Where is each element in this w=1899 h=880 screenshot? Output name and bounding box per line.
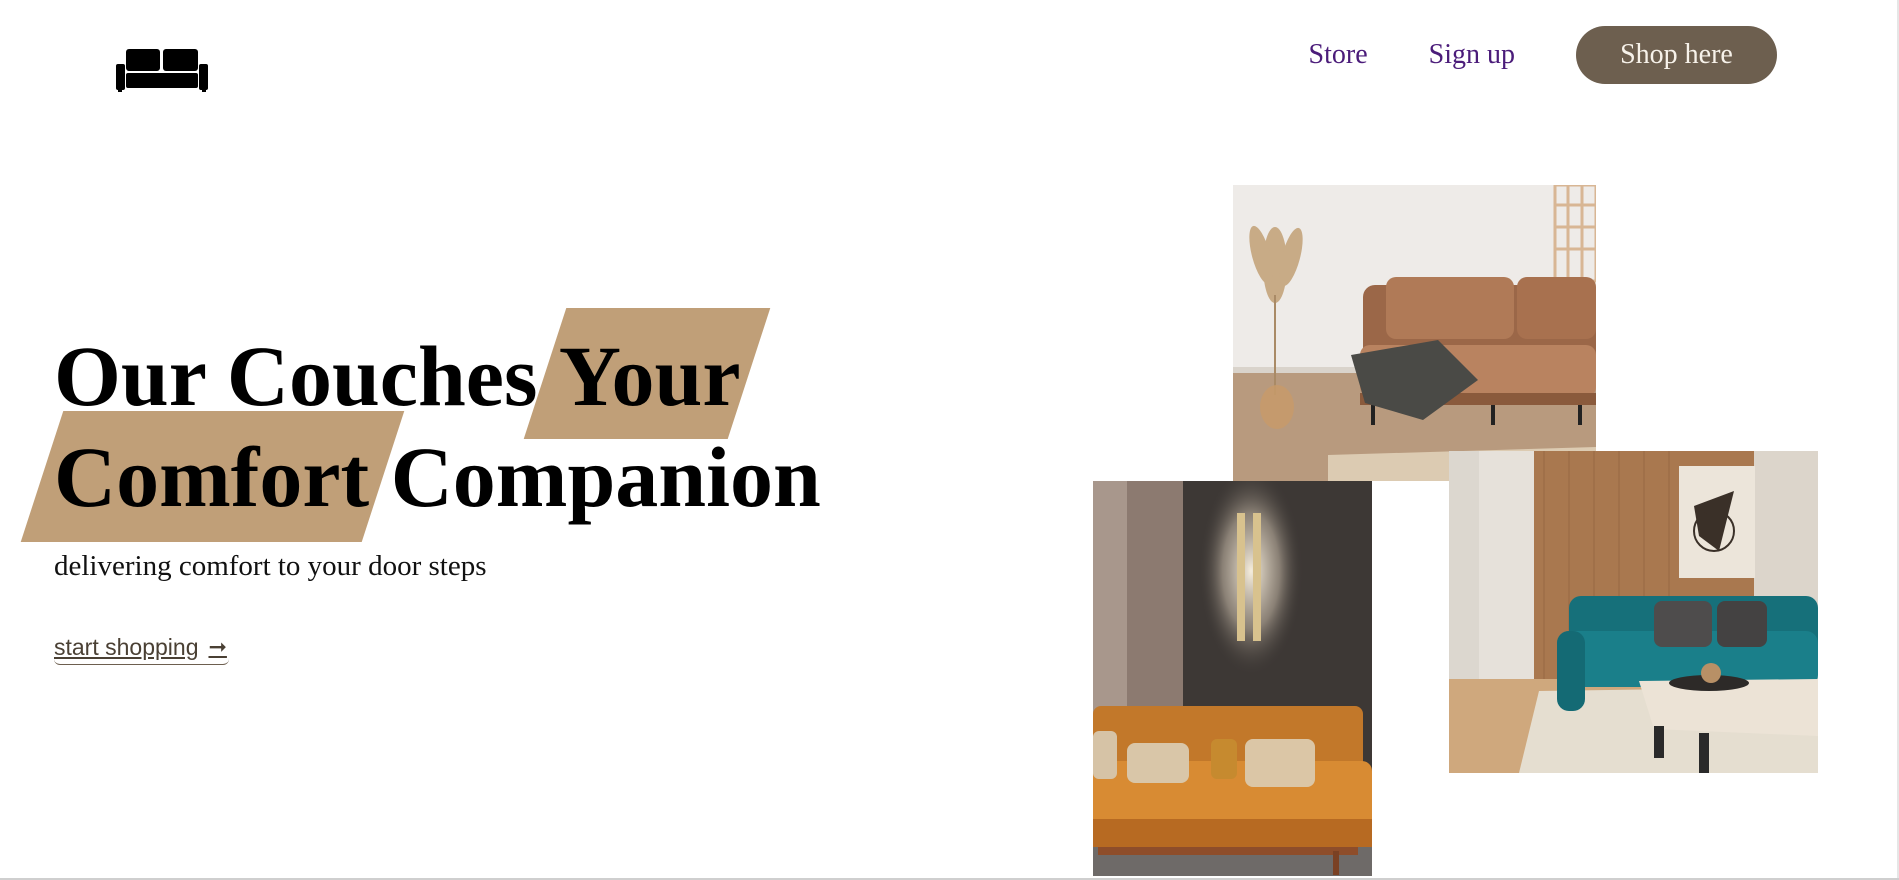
- main-nav: Store Sign up Shop here: [1309, 26, 1777, 84]
- hero-title-line-2: Comfort Companion: [54, 427, 914, 528]
- hero-subtitle: delivering comfort to your door steps: [54, 550, 487, 582]
- hero-title-highlight-your: Your: [559, 326, 741, 427]
- nav-link-store[interactable]: Store: [1309, 39, 1368, 71]
- arrow-right-icon: ➞: [208, 635, 227, 660]
- hero-title-part-1: Our Couches: [54, 328, 559, 424]
- sofa-icon: [116, 49, 208, 92]
- hero-title-part-2: Companion: [369, 429, 821, 525]
- hero-title-highlight-comfort: Comfort: [54, 427, 369, 528]
- photo-orange-leather-sofa: [1093, 481, 1372, 876]
- hero-title: Our Couches Your Comfort Companion: [54, 326, 914, 528]
- shop-here-button[interactable]: Shop here: [1576, 26, 1777, 84]
- start-shopping-link[interactable]: start shopping ➞: [54, 634, 229, 665]
- photo-teal-velvet-sofa: [1449, 451, 1818, 773]
- start-shopping-label: start shopping: [54, 634, 199, 660]
- logo[interactable]: [116, 48, 208, 92]
- landing-page: Store Sign up Shop here Our Couches Your…: [0, 0, 1899, 880]
- photo-brown-leather-sofa: [1233, 185, 1596, 481]
- nav-link-signup[interactable]: Sign up: [1429, 39, 1515, 71]
